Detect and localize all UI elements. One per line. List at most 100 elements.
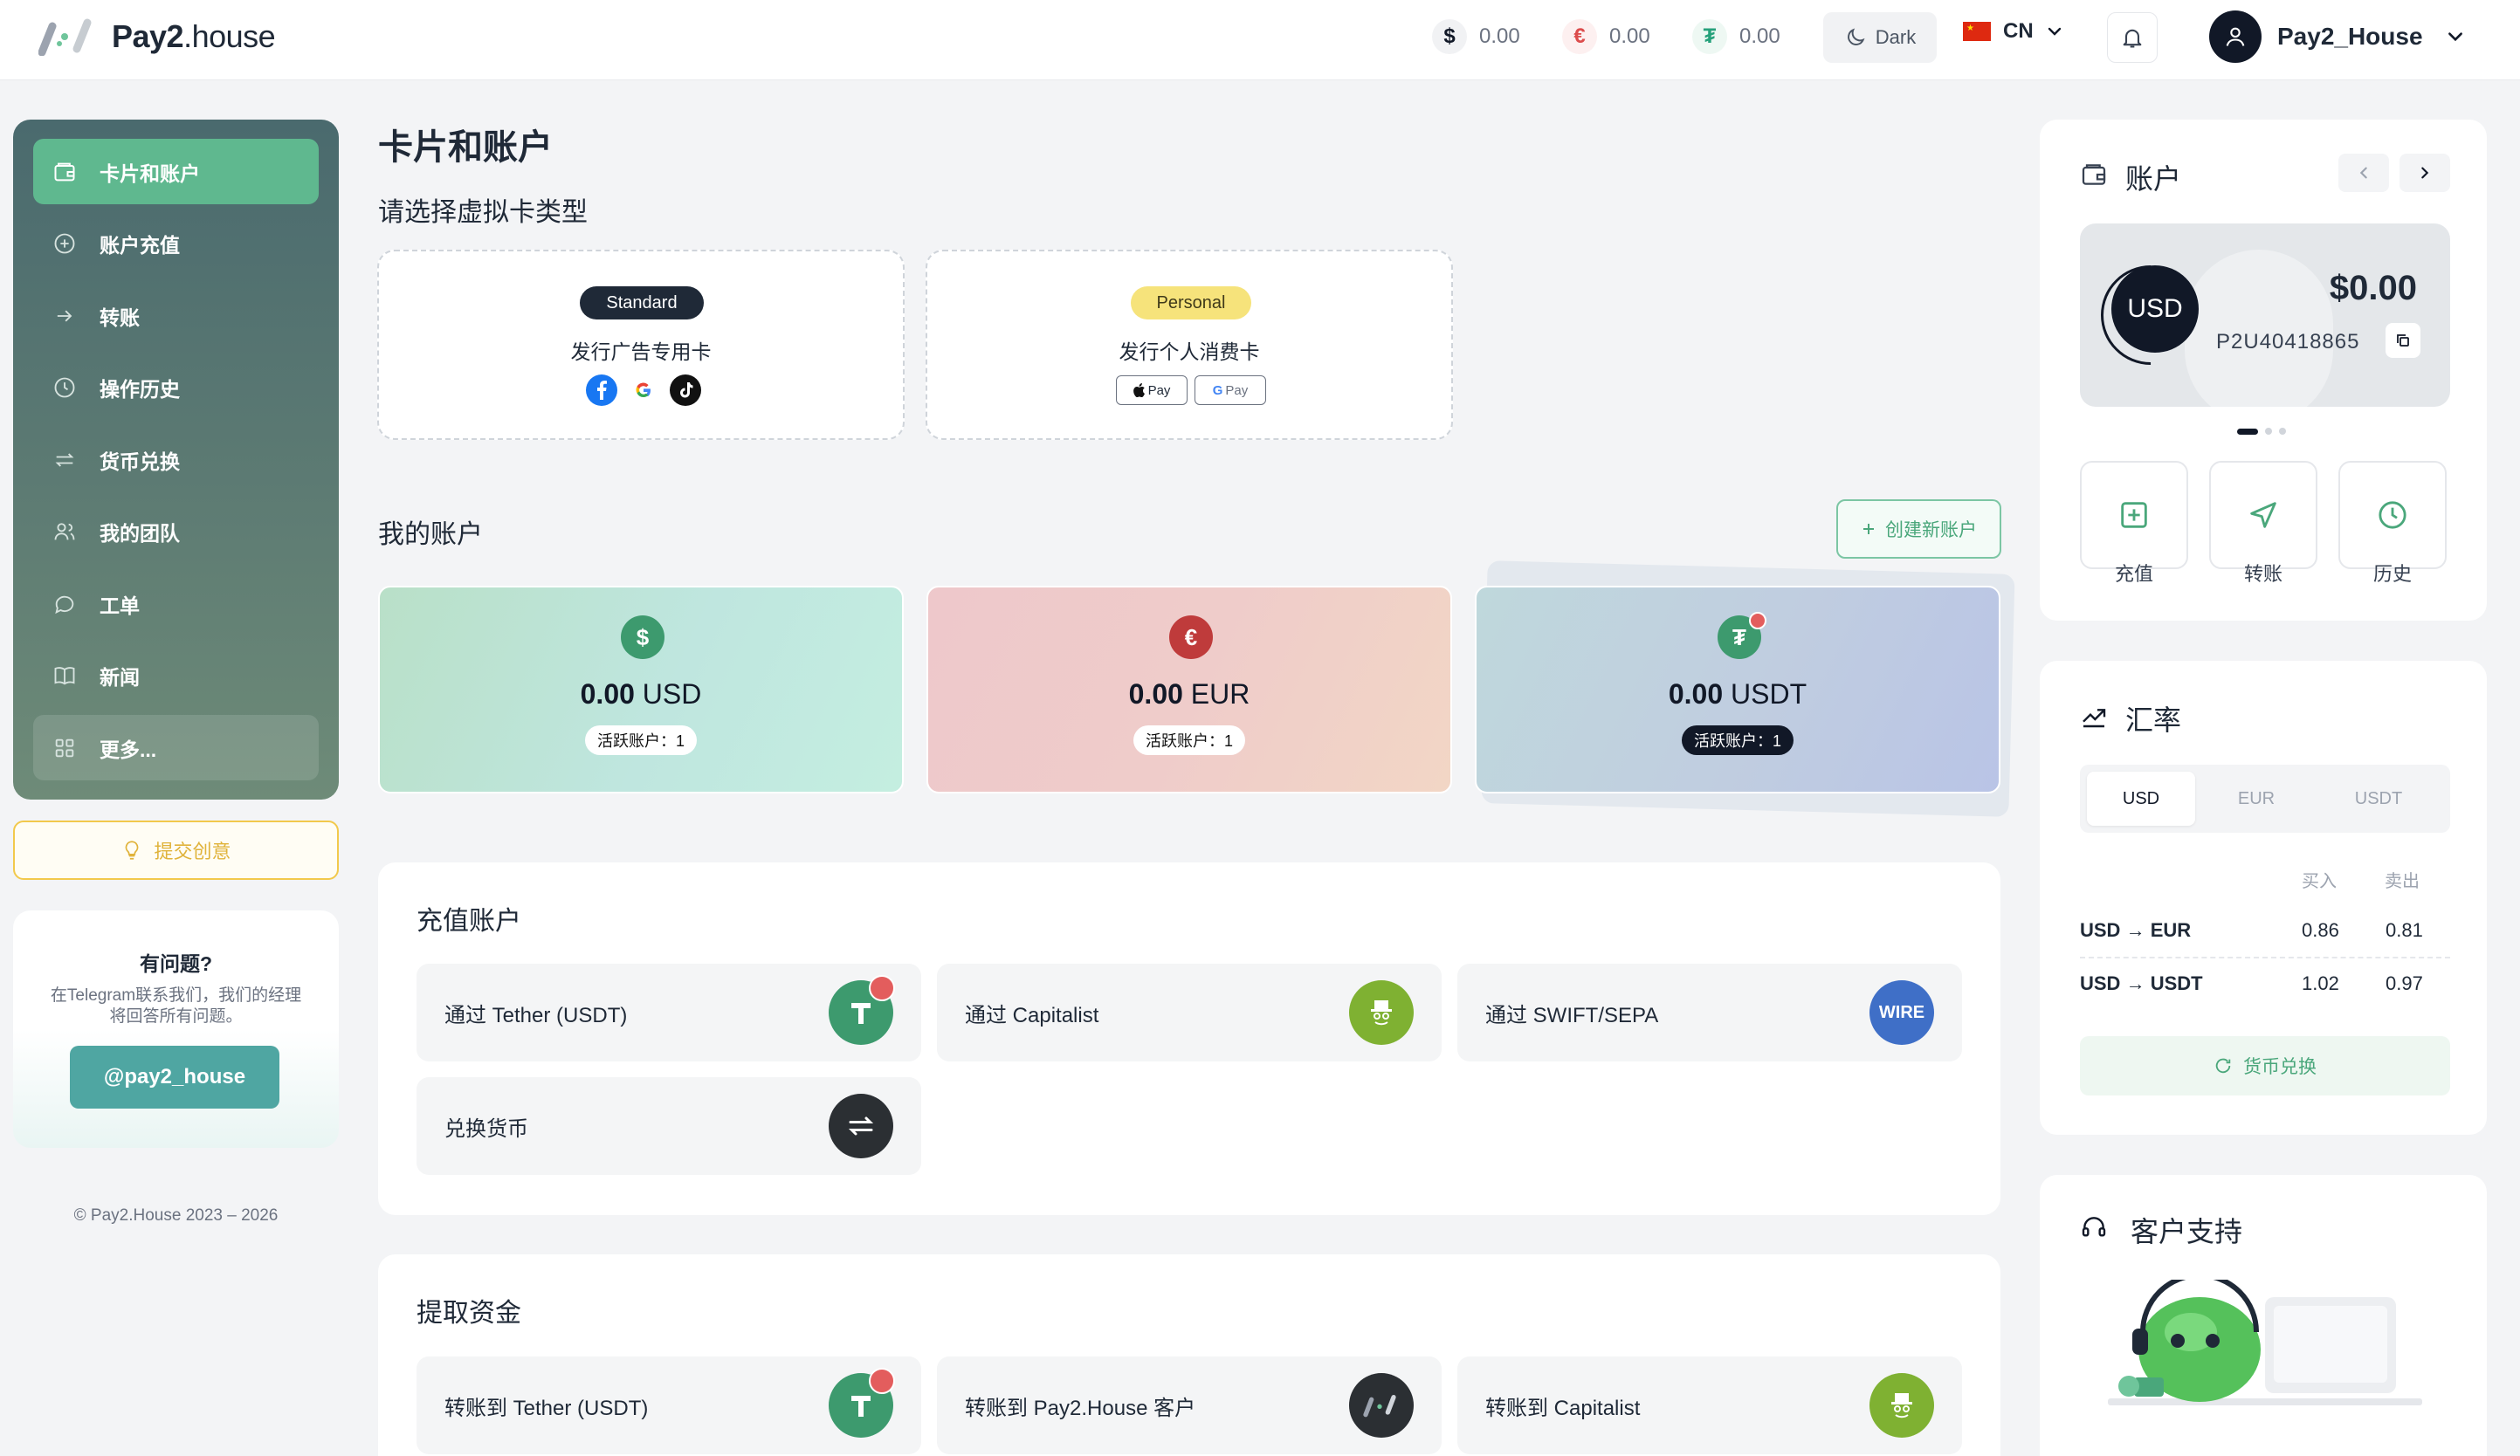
account-card-usdt[interactable]: ₮ 0.00 USDT 活跃账户：1 [1475,586,2000,793]
withdraw-capitalist-option[interactable]: 转账到 Capitalist [1457,1356,1962,1454]
submit-idea-button[interactable]: 提交创意 [13,821,339,880]
carousel-prev-button[interactable] [2338,154,2389,192]
help-card: 有问题? 在Telegram联系我们，我们的经理 将回答所有问题。 @pay2_… [13,910,339,1148]
active-accounts-badge: 活跃账户：1 [584,725,698,755]
exchange-currency-option[interactable]: 兑换货币 [417,1077,921,1175]
user-menu[interactable]: Pay2_House [2209,10,2465,63]
carousel-next-button[interactable] [2400,154,2450,192]
carousel-dot-active[interactable] [2237,428,2258,435]
wire-icon: WIRE [1869,980,1934,1045]
topup-heading: 充值账户 [417,907,521,936]
help-text: 在Telegram联系我们，我们的经理 将回答所有问题。 [50,986,302,1026]
book-icon [52,663,77,688]
sidebar-item-transfer[interactable]: 转账 [33,283,319,348]
card-type-personal[interactable]: Personal 发行个人消费卡 Pay G Pay [926,250,1453,440]
account-balance-card[interactable]: USD $0.00 P2U40418865 [2080,223,2450,407]
currency-badge: USD [2111,265,2199,353]
rate-tab-usd[interactable]: USD [2087,772,2195,826]
language-select[interactable]: ★ CN [1963,19,2063,44]
transfer-action-button[interactable] [2209,461,2317,569]
sidebar-item-more[interactable]: 更多... [33,715,319,780]
refresh-icon [2214,1056,2233,1075]
history-action-button[interactable] [2338,461,2447,569]
euro-icon: € [1562,19,1597,54]
currency-exchange-button[interactable]: 货币兑换 [2080,1036,2450,1095]
username: Pay2_House [2277,23,2423,50]
tron-network-icon [869,1368,895,1394]
logo-text[interactable]: Pay2.house [112,18,276,55]
standard-card-title: 发行广告专用卡 [570,340,712,363]
copyright: © Pay2.House 2023 – 2026 [73,1206,279,1225]
telegram-button[interactable]: @pay2_house [70,1046,279,1109]
copy-button[interactable] [2386,323,2420,358]
wallet-icon [2080,161,2108,189]
arrow-right-icon [52,304,77,328]
chevron-down-icon [2446,27,2465,46]
rate-tabs: USD EUR USDT [2080,765,2450,833]
rate-row-usd-eur: USD → EUR 0.86 0.81 [2080,919,2423,941]
sidebar-item-topup[interactable]: 账户充值 [33,211,319,277]
capitalist-icon [1869,1373,1934,1438]
tether-icon [829,975,895,1045]
grid-icon [52,736,77,760]
carousel-dot[interactable] [2279,428,2286,435]
google-g-icon: G [1212,382,1223,398]
chevron-down-icon [2046,23,2063,40]
history-action-label: 历史 [2372,563,2412,585]
account-card-usd[interactable]: $ 0.00 USD 活跃账户：1 [378,586,904,793]
topup-action-button[interactable] [2080,461,2188,569]
rate-header-sell: 卖出 [2385,872,2420,891]
card-type-standard[interactable]: Standard 发行广告专用卡 [377,250,905,440]
account-card-eur[interactable]: € 0.00 EUR 活跃账户：1 [926,586,1452,793]
plus-circle-icon [52,231,77,256]
sidebar-item-cards[interactable]: 卡片和账户 [33,139,319,204]
sidebar-nav: 卡片和账户 账户充值 转账 操作历史 货币兑换 我的团队 工单 新闻 更多... [13,120,339,800]
rate-divider [2080,957,2450,958]
exchange-icon [829,1094,893,1158]
carousel-dots [2237,428,2286,435]
account-id: P2U40418865 [2216,330,2360,354]
dollar-icon: $ [621,615,664,659]
balance-usdt: ₮ 0.00 [1692,19,1780,54]
wallet-icon [52,160,77,184]
headset-icon [2080,1213,2108,1241]
topup-swift-option[interactable]: 通过 SWIFT/SEPA WIRE [1457,964,1962,1061]
standard-badge: Standard [580,286,704,319]
notifications-button[interactable] [2107,12,2158,63]
sidebar-item-exchange[interactable]: 货币兑换 [33,427,319,492]
carousel-dot[interactable] [2265,428,2272,435]
copy-icon [2394,332,2412,349]
google-pay-badge: G Pay [1195,375,1266,405]
rates-title: 汇率 [2125,704,2182,736]
topup-capitalist-option[interactable]: 通过 Capitalist [937,964,1442,1061]
topup-action-label: 充值 [2114,563,2153,585]
support-mascot-illustration [2108,1280,2422,1411]
sidebar-item-tickets[interactable]: 工单 [33,571,319,636]
apple-pay-badge: Pay [1116,375,1188,405]
chevron-right-icon [2417,165,2433,181]
page-title: 卡片和账户 [378,128,553,167]
active-accounts-badge: 活跃账户：1 [1681,725,1794,755]
euro-icon: € [1169,615,1213,659]
clock-icon [52,375,77,400]
transfer-action-label: 转账 [2243,563,2282,585]
rate-tab-usdt[interactable]: USDT [2317,772,2440,826]
tiktok-icon [669,374,702,407]
trending-up-icon [2080,702,2108,730]
sidebar-item-team[interactable]: 我的团队 [33,499,319,565]
personal-card-title: 发行个人消费卡 [1119,340,1260,363]
topup-tether-option[interactable]: 通过 Tether (USDT) [417,964,921,1061]
withdraw-pay2house-option[interactable]: 转账到 Pay2.House 客户 [937,1356,1442,1454]
sidebar-item-news[interactable]: 新闻 [33,643,319,709]
theme-toggle-button[interactable]: Dark [1823,12,1937,63]
create-account-button[interactable]: 创建新账户 [1836,499,2001,559]
chevron-left-icon [2356,165,2372,181]
withdraw-tether-option[interactable]: 转账到 Tether (USDT) [417,1356,921,1454]
sidebar-item-history[interactable]: 操作历史 [33,355,319,421]
capitalist-icon [1349,980,1414,1045]
plus-square-icon [2117,498,2152,532]
tether-icon: ₮ [1692,19,1727,54]
users-icon [52,519,77,544]
logo-icon[interactable] [38,17,96,56]
rate-tab-eur[interactable]: EUR [2195,772,2317,826]
